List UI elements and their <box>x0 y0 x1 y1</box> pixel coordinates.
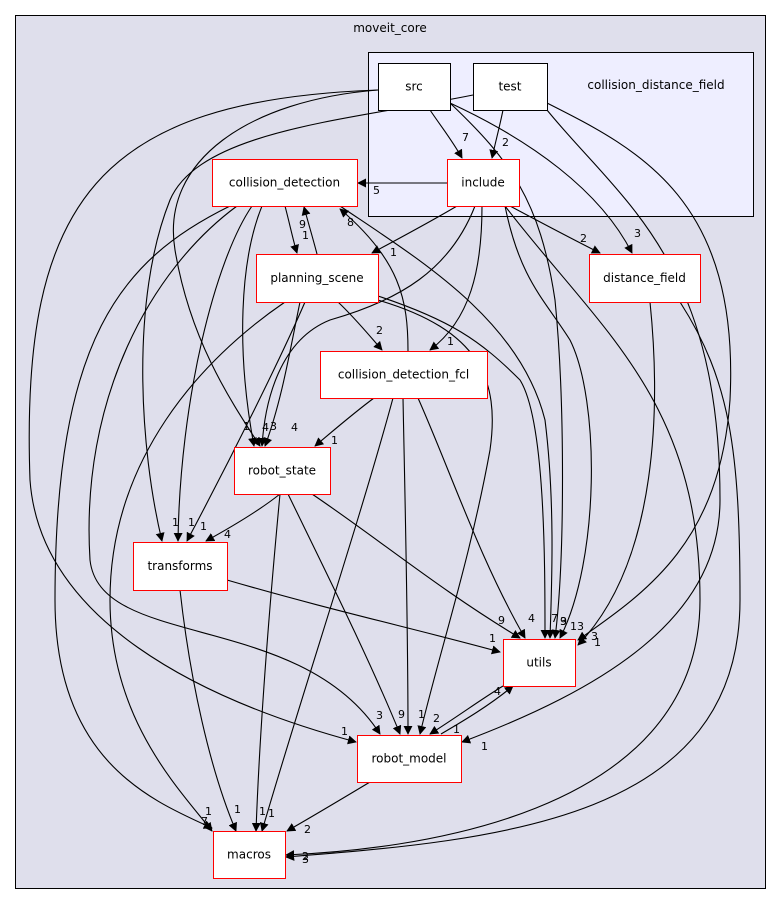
edge-label-include-to-distance_field[interactable]: 2 <box>580 232 587 245</box>
edge-label-planning_scene-to-macros[interactable]: 1 <box>205 805 212 818</box>
node-label: transforms <box>147 559 212 573</box>
edge-label-transforms-to-utils[interactable]: 1 <box>489 632 496 645</box>
edge-label-planning_scene-to-robot_state[interactable]: 4 <box>291 421 298 434</box>
node-planning-scene[interactable]: planning_scene <box>256 254 379 303</box>
node-robot-model[interactable]: robot_model <box>357 735 462 783</box>
edge-label-include-to-planning_scene[interactable]: 1 <box>390 246 397 259</box>
node-collision-detection[interactable]: collision_detection <box>212 159 358 207</box>
cluster-title-collision-distance-field: collision_distance_field <box>587 78 724 92</box>
edge-label-collision_detection-to-robot_model[interactable]: 3 <box>376 709 383 722</box>
edge-label-collision_detection_fcl-to-collision_detection[interactable]: 8 <box>347 216 354 229</box>
edge-label-planning_scene-to-collision_detection[interactable]: 9 <box>299 218 306 231</box>
edge-label-robot_model-to-utils[interactable]: 1 <box>453 723 460 736</box>
edge-label-collision_detection_fcl-to-robot_state[interactable]: 1 <box>331 434 338 447</box>
edge-label-planning_scene-to-transforms[interactable]: 1 <box>200 520 207 533</box>
edge-label-include-to-collision_detection_fcl[interactable]: 1 <box>447 335 454 348</box>
node-label: src <box>405 80 423 94</box>
node-label: include <box>461 176 504 190</box>
edge-label-robot_state-to-transforms[interactable]: 4 <box>224 528 231 541</box>
node-label: robot_model <box>371 752 446 766</box>
node-distance-field[interactable]: distance_field <box>589 254 701 303</box>
node-collision-detection-fcl[interactable]: collision_detection_fcl <box>320 351 488 399</box>
edge-label-robot_state-to-utils[interactable]: 9 <box>498 614 505 627</box>
edge-label-planning_scene-to-robot_model[interactable]: 2 <box>433 712 440 725</box>
edge-label-include-to-collision_detection[interactable]: 5 <box>373 184 380 197</box>
edge-label-robot_state-to-macros[interactable]: 1 <box>259 805 266 818</box>
edge-label-src-to-utils[interactable]: 13 <box>570 620 584 633</box>
edge-label-include-to-utils[interactable]: 3 <box>560 615 567 628</box>
edge-label-planning_scene-to-collision_detection_fcl[interactable]: 2 <box>376 324 383 337</box>
node-utils[interactable]: utils <box>503 639 576 687</box>
edge-label-include-to-robot_state[interactable]: 4 <box>262 421 269 434</box>
node-label: robot_state <box>248 464 316 478</box>
edge-label-transforms-to-macros[interactable]: 1 <box>234 803 241 816</box>
edge-label-src-to-robot_state[interactable]: 1 <box>243 420 250 433</box>
edge-label-planning_scene-to-utils[interactable]: 7 <box>551 612 558 625</box>
edge-label-collision_detection-to-robot_state[interactable]: 3 <box>270 420 277 433</box>
edge-label-collision_detection_fcl-to-macros[interactable]: 1 <box>268 807 275 820</box>
edge-label-src-to-include[interactable]: 7 <box>462 131 469 144</box>
edge-label-robot_model-to-macros[interactable]: 2 <box>304 823 311 836</box>
node-label: utils <box>526 656 551 670</box>
edge-label-test-to-robot_model[interactable]: 1 <box>481 740 488 753</box>
edge-label-collision_detection_fcl-to-utils[interactable]: 4 <box>528 612 535 625</box>
node-label: planning_scene <box>270 271 363 285</box>
edge-label-test-to-include[interactable]: 2 <box>502 136 509 149</box>
node-label: collision_detection_fcl <box>338 368 469 382</box>
node-label: collision_detection <box>229 176 340 190</box>
node-include[interactable]: include <box>447 159 520 207</box>
node-transforms[interactable]: transforms <box>133 542 228 591</box>
edge-label-src-to-distance_field[interactable]: 3 <box>634 227 641 240</box>
node-label: macros <box>227 848 271 862</box>
edge-label-test-to-transforms[interactable]: 1 <box>188 516 195 529</box>
edge-label-robot_state-to-robot_model[interactable]: 9 <box>398 708 405 721</box>
node-macros[interactable]: macros <box>213 831 286 879</box>
node-test[interactable]: test <box>473 63 548 111</box>
node-label: distance_field <box>603 271 686 285</box>
edge-label-collision_detection_fcl-to-robot_model[interactable]: 1 <box>418 708 425 721</box>
node-label: test <box>498 80 521 94</box>
directory-dependency-graph: moveit_core collision_distance_field src… <box>15 15 766 889</box>
node-src[interactable]: src <box>378 63 451 111</box>
node-robot-state[interactable]: robot_state <box>234 447 331 495</box>
edge-label-src-to-robot_model[interactable]: 1 <box>341 725 348 738</box>
edge-label-collision_detection-to-transforms[interactable]: 1 <box>172 516 179 529</box>
edge-label-distance_field-to-macros[interactable]: 2 <box>302 850 309 863</box>
edge-label-distance_field-to-utils[interactable]: 1 <box>594 636 601 649</box>
cluster-title-moveit-core: moveit_core <box>353 21 427 35</box>
edge-label-utils-to-robot_model[interactable]: 4 <box>494 685 501 698</box>
